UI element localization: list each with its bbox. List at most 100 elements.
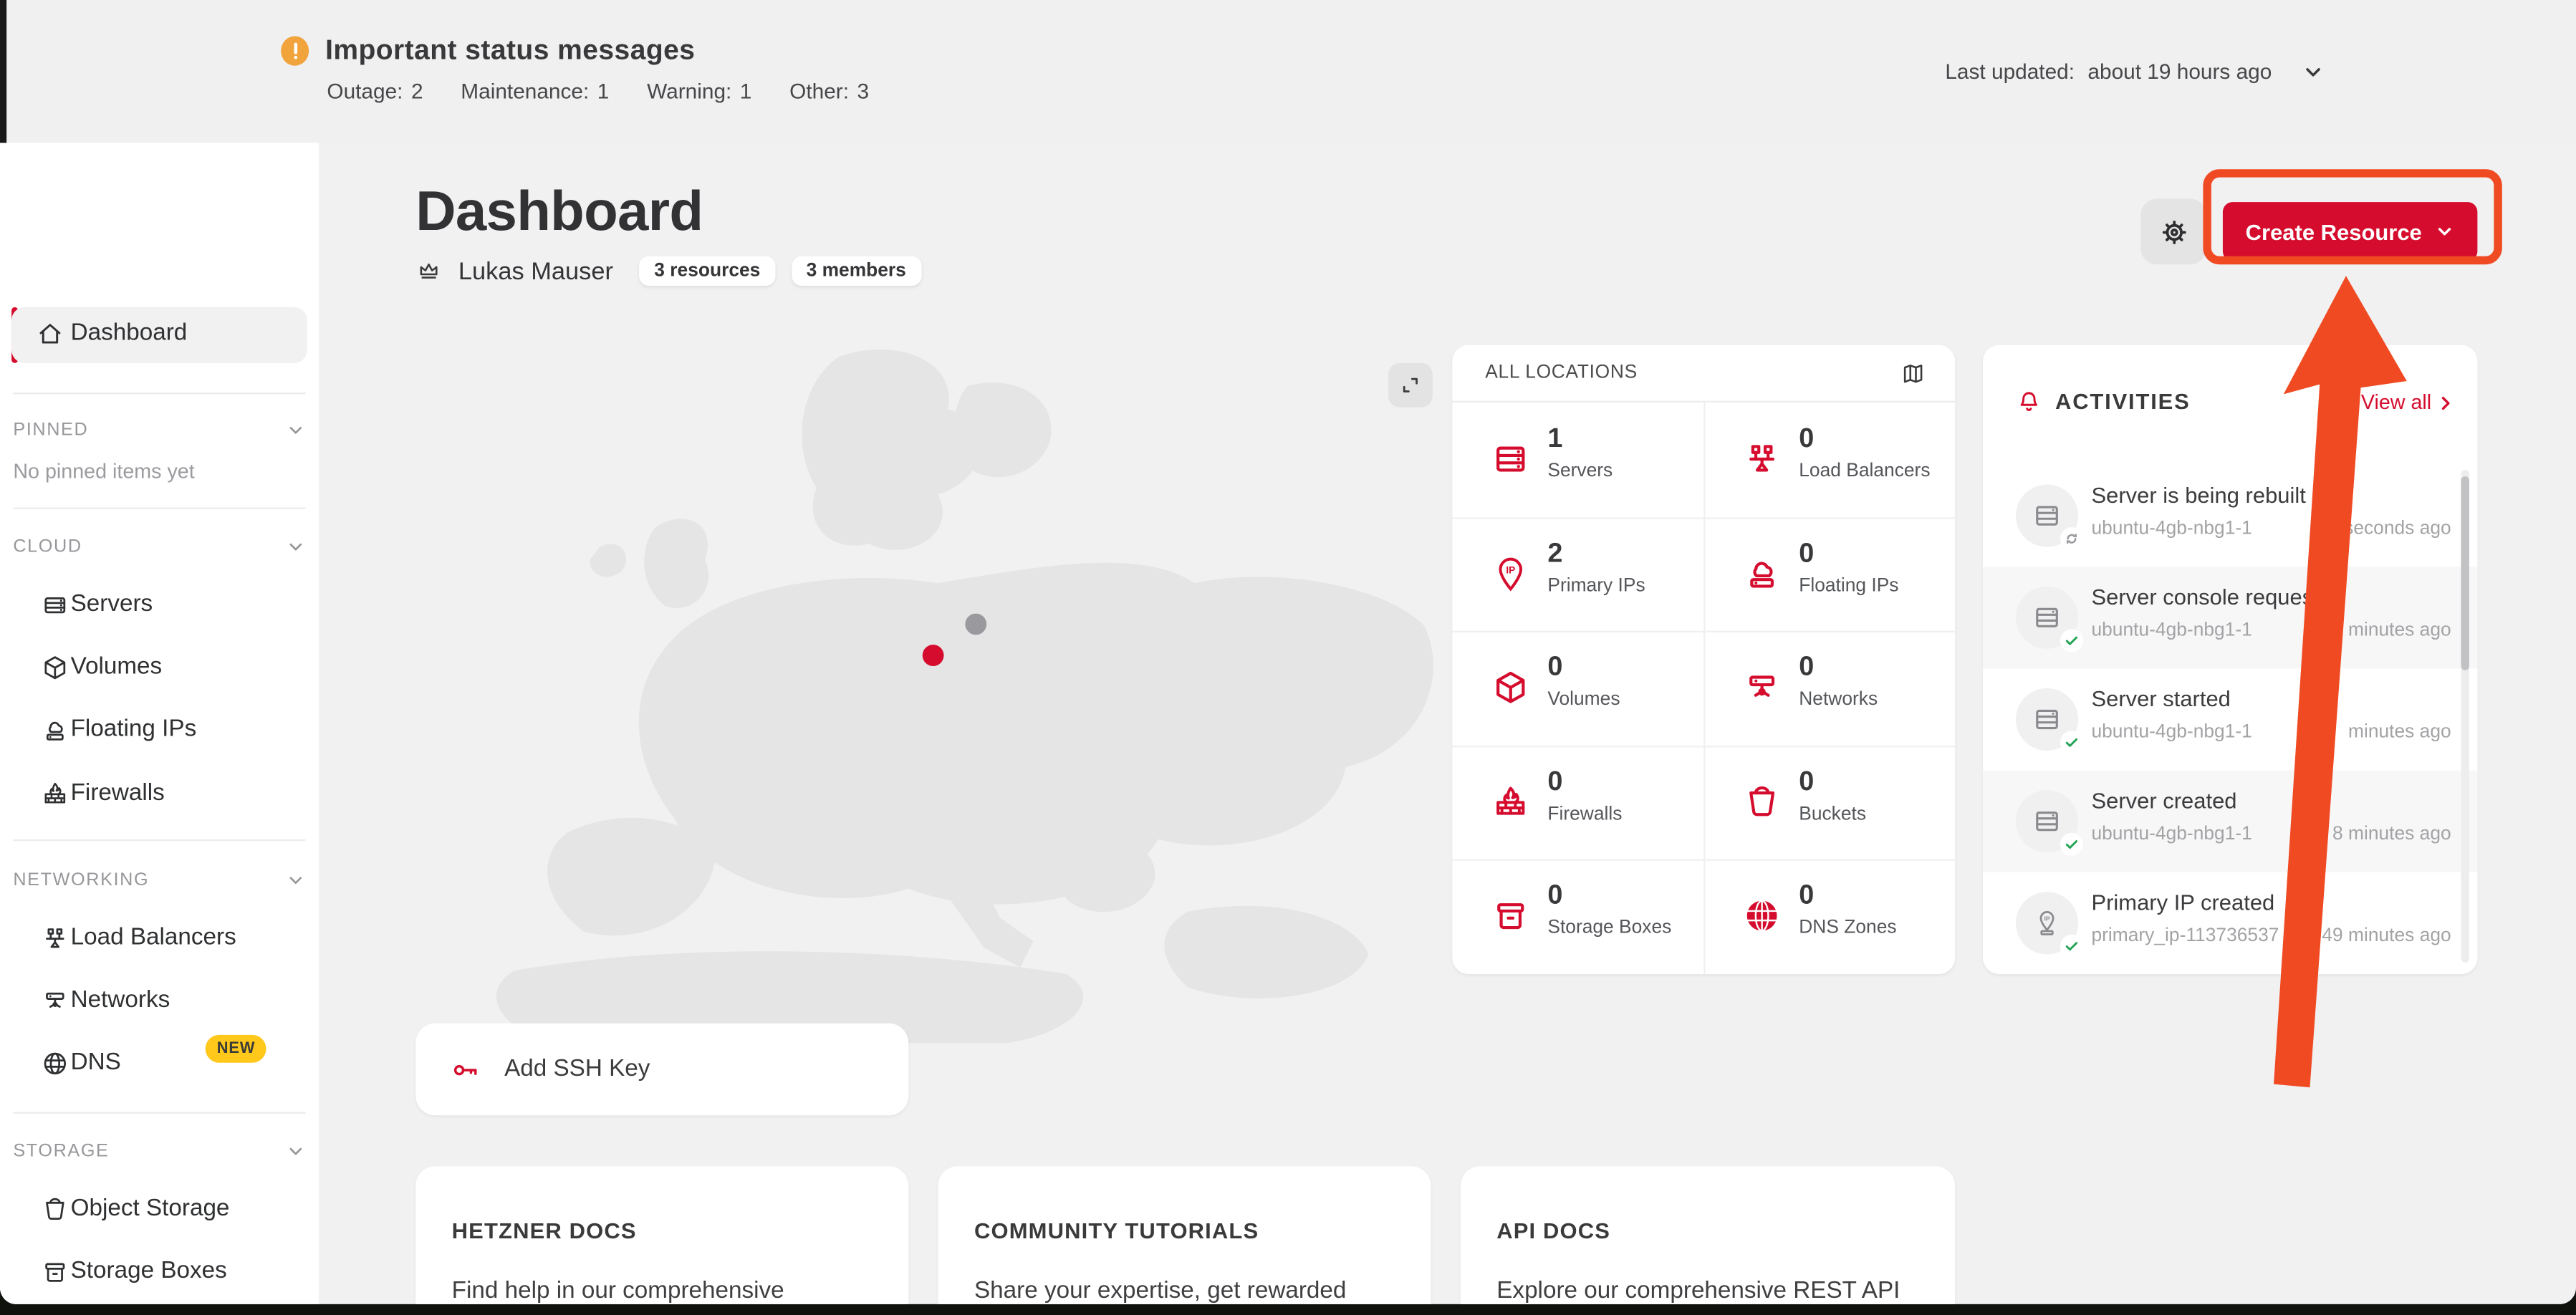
stat-storage-boxes[interactable]: 0 Storage Boxes [1452, 859, 1703, 974]
warning-count: Warning:1 [647, 79, 751, 103]
networks-icon [41, 986, 69, 1014]
app-window: Important status messages Outage:2 Maint… [0, 0, 2576, 1304]
divider [13, 508, 305, 509]
check-status-icon [2060, 629, 2083, 652]
status-counts: Outage:2 Maintenance:1 Warning:1 Other:3 [327, 79, 869, 103]
home-icon [36, 320, 64, 348]
check-status-icon [2060, 731, 2083, 754]
last-updated-dropdown[interactable]: Last updated: about 19 hours ago [1945, 59, 2324, 84]
stat-primary-ips[interactable]: IP 2 Primary IPs [1452, 516, 1703, 631]
maintenance-count: Maintenance:1 [461, 79, 609, 103]
avatar [2016, 688, 2078, 751]
load-balancers-icon [1743, 440, 1781, 478]
check-status-icon [2060, 833, 2083, 856]
servers-icon [1491, 440, 1529, 478]
avatar [2016, 790, 2078, 852]
firewalls-icon [41, 779, 69, 807]
sidebar-item-firewalls[interactable]: Firewalls [0, 771, 319, 817]
map-location-dot-gray [965, 614, 986, 635]
divider [13, 839, 305, 841]
stat-firewalls[interactable]: 0 Firewalls [1452, 746, 1703, 860]
sidebar-item-dns[interactable]: DNS NEW [0, 1040, 319, 1086]
sidebar-item-load-balancers[interactable]: Load Balancers [0, 915, 319, 960]
section-header-networking[interactable]: NETWORKING [13, 866, 305, 895]
servers-icon [41, 590, 69, 618]
api-docs-card[interactable]: API DOCS Explore our comprehensive REST … [1461, 1166, 1955, 1304]
annotation-highlight-box [2203, 169, 2501, 264]
europe-map [415, 337, 1451, 1043]
section-header-cloud[interactable]: CLOUD [13, 532, 305, 562]
locations-panel: ALL LOCATIONS 1 Servers 0 Load Balancers [1452, 345, 1955, 974]
stat-volumes[interactable]: 0 Volumes [1452, 631, 1703, 746]
expand-icon [1400, 375, 1421, 396]
storage-boxes-icon [1491, 897, 1529, 935]
project-meta: Lukas Mauser 3 resources 3 members [415, 256, 921, 286]
load-balancers-icon [41, 924, 69, 952]
sidebar-item-servers[interactable]: Servers [0, 582, 319, 627]
sidebar-item-dashboard[interactable]: Dashboard [11, 307, 307, 363]
stat-floating-ips[interactable]: 0 Floating IPs [1703, 516, 1955, 631]
hetzner-cloud-console: Important status messages Outage:2 Maint… [0, 0, 2576, 1315]
community-tutorials-card[interactable]: COMMUNITY TUTORIALS Share your expertise… [938, 1166, 1431, 1304]
crown-icon [415, 258, 442, 284]
pinned-empty-text: No pinned items yet [13, 460, 194, 483]
sidebar-item-floating-ips[interactable]: Floating IPs [0, 706, 319, 752]
volumes-icon [41, 653, 69, 681]
locations-title: ALL LOCATIONS [1485, 363, 1638, 383]
hetzner-docs-card[interactable]: HETZNER DOCS Find help in our comprehens… [415, 1166, 908, 1304]
chevron-down-icon [286, 537, 306, 557]
floating-ips-icon [41, 716, 69, 743]
map-expand-button[interactable] [1388, 363, 1433, 408]
outage-count: Outage:2 [327, 79, 423, 103]
section-header-storage[interactable]: STORAGE [13, 1137, 305, 1166]
key-icon [450, 1054, 481, 1085]
window-edge [0, 0, 6, 143]
sidebar: Dashboard PINNED No pinned items yet CLO… [0, 143, 319, 1304]
status-messages-title: Important status messages [325, 34, 695, 67]
sidebar-item-volumes[interactable]: Volumes [0, 644, 319, 690]
primary-ips-icon: IP [1491, 554, 1529, 592]
stat-dns-zones[interactable]: 0 DNS Zones [1703, 859, 1955, 974]
section-header-pinned[interactable]: PINNED [13, 415, 305, 445]
divider [13, 392, 305, 394]
chevron-down-icon [2302, 60, 2325, 83]
svg-text:IP: IP [2044, 915, 2049, 922]
buckets-icon [1743, 783, 1781, 821]
map-icon[interactable] [1900, 360, 1925, 385]
warning-icon [281, 36, 309, 65]
add-ssh-key-card[interactable]: Add SSH Key [415, 1023, 908, 1115]
dns-zones-icon [1743, 897, 1781, 935]
other-count: Other:3 [789, 79, 869, 103]
floating-ips-icon [1743, 554, 1781, 592]
chevron-down-icon [286, 870, 306, 890]
stat-buckets[interactable]: 0 Buckets [1703, 746, 1955, 860]
sidebar-item-storage-boxes[interactable]: Storage Boxes [0, 1248, 319, 1294]
resources-badge[interactable]: 3 resources [640, 256, 775, 286]
sidebar-item-object-storage[interactable]: Object Storage [0, 1186, 319, 1232]
networks-icon [1743, 669, 1781, 707]
annotation-arrow [2185, 156, 2514, 1109]
dns-globe-icon [41, 1049, 69, 1076]
avatar [2016, 587, 2078, 649]
activities-title: ACTIVITIES [2055, 390, 2191, 414]
avatar: IP [2016, 892, 2078, 954]
stat-load-balancers[interactable]: 0 Load Balancers [1703, 403, 1955, 517]
status-messages-bar: Important status messages Outage:2 Maint… [0, 0, 2576, 143]
sync-status-icon [2060, 527, 2083, 550]
sidebar-item-label: Dashboard [71, 320, 188, 347]
divider [13, 1112, 305, 1114]
project-owner: Lukas Mauser [458, 257, 613, 285]
page-title: Dashboard [415, 180, 703, 244]
svg-text:IP: IP [1506, 564, 1515, 575]
storage-box-icon [41, 1258, 69, 1286]
volumes-icon [1491, 669, 1529, 707]
members-badge[interactable]: 3 members [792, 256, 921, 286]
last-updated-value: about 19 hours ago [2087, 59, 2272, 84]
avatar [2016, 485, 2078, 547]
sidebar-item-networks[interactable]: Networks [0, 978, 319, 1023]
stat-networks[interactable]: 0 Networks [1703, 631, 1955, 746]
add-ssh-key-label: Add SSH Key [504, 1056, 650, 1083]
bell-icon [2016, 390, 2042, 416]
chevron-down-icon [286, 420, 306, 440]
stat-servers[interactable]: 1 Servers [1452, 403, 1703, 517]
